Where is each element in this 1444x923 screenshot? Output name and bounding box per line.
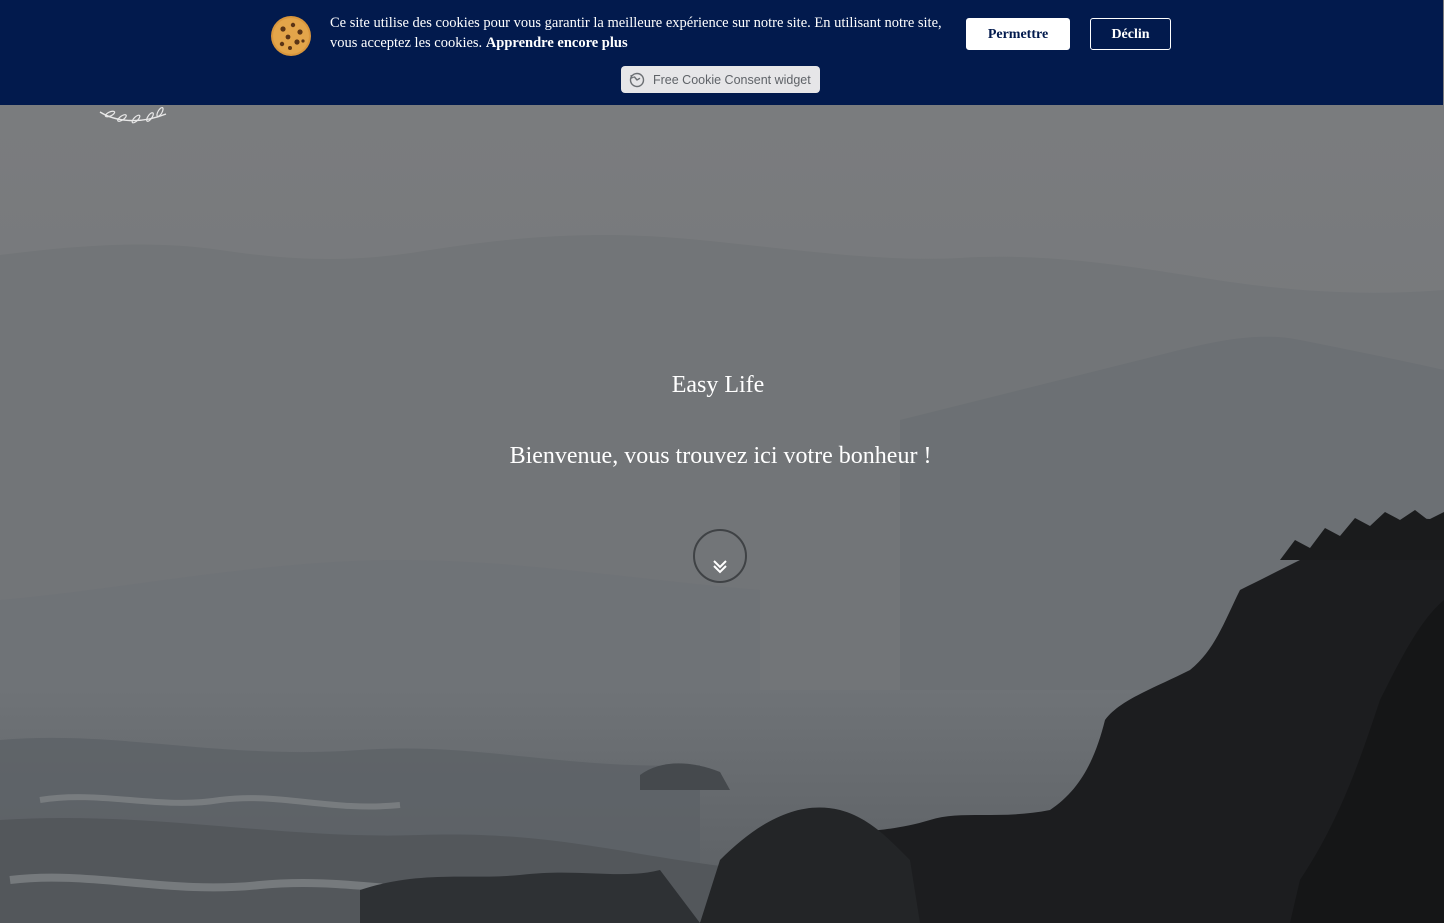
- site-tagline: Bienvenue, vous trouvez ici votre bonheu…: [509, 443, 932, 469]
- learn-more-link[interactable]: Apprendre encore plus: [486, 35, 628, 51]
- site-title: Easy Life: [671, 372, 765, 398]
- cookie-icon: [270, 15, 312, 57]
- cookie-message: Ce site utilise des cookies pour vous ga…: [330, 14, 950, 53]
- page: Ce site utilise des cookies pour vous ga…: [0, 0, 1444, 923]
- cookie-message-text: Ce site utilise des cookies pour vous ga…: [330, 15, 942, 51]
- cookie-widget-badge[interactable]: Free Cookie Consent widget: [621, 66, 820, 93]
- allow-cookies-button[interactable]: Permettre: [966, 18, 1070, 50]
- cookie-widget-label: Free Cookie Consent widget: [653, 72, 811, 87]
- double-chevron-down-icon: [713, 560, 727, 574]
- scroll-down-button[interactable]: [693, 529, 747, 583]
- refresh-icon: [629, 72, 645, 88]
- decline-cookies-button[interactable]: Déclin: [1090, 18, 1171, 50]
- cookie-banner: Ce site utilise des cookies pour vous ga…: [0, 0, 1443, 105]
